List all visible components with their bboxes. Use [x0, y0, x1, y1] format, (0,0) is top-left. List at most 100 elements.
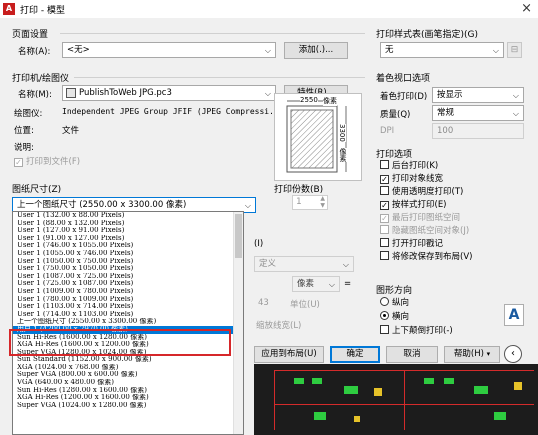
close-icon[interactable]: ×	[521, 1, 532, 16]
print-to-file-label: 打印到文件(F)	[26, 157, 81, 167]
paper-size-option[interactable]: Super VGA (800.00 x 600.00 像素)	[13, 371, 243, 379]
page-setup-name-combo[interactable]: <无> ⌵	[62, 42, 276, 58]
checkbox-checked-icon: ✓	[380, 214, 389, 223]
checkbox-icon	[380, 186, 389, 195]
description-label: 说明:	[14, 143, 34, 153]
printer-icon	[66, 88, 76, 98]
preview-width-unit: 像素	[323, 96, 337, 106]
radio-icon	[380, 297, 389, 306]
paper-size-option[interactable]: User 1 (1009.00 x 780.00 Pixels)	[13, 288, 243, 296]
dpi-field[interactable]: 100	[432, 123, 524, 139]
paper-size-option[interactable]: User 1 (780.00 x 1009.00 Pixels)	[13, 296, 243, 304]
paper-size-option[interactable]: User 1 (1055.00 x 746.00 Pixels)	[13, 250, 243, 258]
plot-style-group-title: 打印样式表(画笔指定)(G)	[376, 30, 479, 40]
plotter-label: 绘图仪:	[14, 109, 43, 119]
copies-spinner[interactable]: 1 ▲ ▼	[292, 195, 328, 210]
location-label: 位置:	[14, 126, 34, 136]
paper-size-option[interactable]: User 1 (88.00 x 132.00 Pixels)	[13, 220, 243, 228]
chevron-down-icon: ⌵	[244, 201, 251, 210]
paper-size-option[interactable]: User 1 (1103.00 x 714.00 Pixels)	[13, 303, 243, 311]
paper-size-option[interactable]: User 1 (127.00 x 91.00 Pixels)	[13, 227, 243, 235]
paper-size-option[interactable]: User 1 (725.00 x 1087.00 Pixels)	[13, 280, 243, 288]
collapse-options-icon[interactable]: ‹	[504, 345, 522, 363]
upside-down-checkbox[interactable]: 上下颠倒打印(-)	[380, 325, 453, 338]
checkbox-icon: ✓	[14, 158, 23, 167]
landscape-radio[interactable]: 横向	[380, 311, 409, 324]
units-combo[interactable]: 像素 ⌵	[292, 276, 340, 292]
landscape-label: 横向	[392, 312, 410, 322]
add-page-setup-button[interactable]: 添加(.)...	[284, 42, 348, 59]
page-setup-name-label: 名称(A):	[18, 47, 51, 57]
cad-drawing-background	[254, 364, 538, 435]
plot-option-label: 隐藏图纸空间对象(J)	[392, 226, 470, 236]
scrollbar-thumb[interactable]	[235, 214, 242, 258]
spin-down-icon: ▼	[320, 202, 325, 209]
quality-combo[interactable]: 常规 ⌵	[432, 105, 524, 121]
printer-divider	[74, 77, 365, 78]
plot-option-checkbox[interactable]: 打开打印戳记	[380, 238, 472, 251]
checkbox-checked-icon: ✓	[380, 175, 389, 184]
chevron-down-icon: ⌵	[264, 46, 271, 55]
app-icon: A	[3, 3, 15, 15]
plot-option-checkbox[interactable]: ✓ 按样式打印(E)	[380, 199, 472, 212]
scale-number: 43	[258, 298, 269, 308]
paper-size-dropdown-list[interactable]: User 1 (132.00 x 88.00 Pixels) User 1 (88…	[12, 211, 244, 435]
plot-option-checkbox[interactable]: ✓ 最后打印图纸空间	[380, 212, 472, 225]
printer-name-combo[interactable]: PublishToWeb JPG.pc3 ⌵	[62, 85, 276, 101]
paper-size-option[interactable]: Sun Hi-Res (1280.00 x 1600.00 像素)	[13, 387, 243, 395]
upside-down-label: 上下颠倒打印(-)	[392, 326, 453, 336]
edit-plot-style-icon[interactable]: ⊟	[507, 42, 522, 58]
plot-option-checkbox[interactable]: ✓ 打印对象线宽	[380, 173, 472, 186]
help-button[interactable]: 帮助(H) ▾	[444, 346, 500, 363]
plot-option-label: 后台打印(K)	[392, 161, 439, 171]
location-value: 文件	[62, 126, 80, 136]
plot-option-checkbox[interactable]: 后台打印(K)	[380, 160, 472, 173]
plot-option-label: 将修改保存到布局(V)	[392, 252, 473, 262]
print-to-file-checkbox[interactable]: ✓ 打印到文件(F)	[14, 156, 80, 169]
paper-size-option[interactable]: User 1 (714.00 x 1103.00 Pixels)	[13, 311, 243, 319]
checkbox-icon	[380, 238, 389, 247]
plot-option-label: 按样式打印(E)	[392, 200, 447, 210]
paper-size-option[interactable]: Sun Standard (1152.00 x 900.00 像素)	[13, 356, 243, 364]
paper-size-option[interactable]: Super VGA (1024.00 x 1280.00 像素)	[13, 402, 243, 410]
printer-group-title: 打印机/绘图仪	[12, 74, 70, 84]
title-bar	[0, 0, 538, 18]
page-setup-name-value: <无>	[67, 45, 90, 55]
printer-name-label: 名称(M):	[18, 90, 52, 100]
paper-size-option[interactable]: User 1 (746.00 x 1055.00 Pixels)	[13, 242, 243, 250]
paper-size-option[interactable]: VGA (640.00 x 480.00 像素)	[13, 379, 243, 387]
quality-value: 常规	[437, 108, 455, 118]
preview-height-dim: 3300	[338, 124, 346, 142]
chevron-down-icon: ⌵	[328, 280, 335, 289]
paper-size-option[interactable]: User 1 (132.00 x 88.00 Pixels)	[13, 212, 243, 220]
plot-options-group-title: 打印选项	[376, 150, 413, 160]
ok-button[interactable]: 确定	[330, 346, 380, 363]
paper-size-option[interactable]: User 1 (91.00 x 127.00 Pixels)	[13, 235, 243, 243]
copies-group-title: 打印份数(B)	[274, 185, 324, 195]
chevron-down-icon: ⌵	[512, 91, 519, 100]
shade-plot-combo[interactable]: 按显示 ⌵	[432, 87, 524, 103]
chevron-down-icon: ⌵	[264, 89, 271, 98]
plot-option-checkbox[interactable]: 使用透明度打印(T)	[380, 186, 472, 199]
plot-option-checkbox[interactable]: 将修改保存到布局(V)	[380, 251, 472, 264]
scale-lineweights-label: 缩放线宽(L)	[256, 321, 302, 331]
paper-size-option[interactable]: User 1 (1050.00 x 750.00 Pixels)	[13, 258, 243, 266]
chevron-down-icon: ⌵	[492, 46, 499, 55]
plot-style-combo[interactable]: 无 ⌵	[380, 42, 504, 58]
portrait-radio[interactable]: 纵向	[380, 297, 409, 310]
unit-label: 单位(U)	[290, 300, 320, 310]
paper-size-option[interactable]: XGA (1024.00 x 768.00 像素)	[13, 364, 243, 372]
disabled-combo-value: 定义	[259, 259, 277, 269]
page-setup-group-title: 页面设置	[12, 30, 49, 40]
plot-option-label: 打印对象线宽	[392, 174, 444, 184]
cancel-button[interactable]: 取消	[386, 346, 438, 363]
preview-height-unit: 像素	[338, 148, 348, 162]
paper-size-option[interactable]: User 1 (750.00 x 1050.00 Pixels)	[13, 265, 243, 273]
equals-sign: =	[344, 279, 352, 289]
paper-size-option[interactable]: User 1 (1087.00 x 725.00 Pixels)	[13, 273, 243, 281]
apply-to-layout-button[interactable]: 应用到布局(U)	[254, 346, 324, 363]
paper-size-option[interactable]: 上一个图纸尺寸 (2550.00 x 3300.00 像素)	[13, 318, 243, 326]
plot-option-checkbox[interactable]: 隐藏图纸空间对象(J)	[380, 225, 472, 238]
dropdown-scrollbar[interactable]	[233, 212, 243, 434]
paper-size-option[interactable]: XGA Hi-Res (1200.00 x 1600.00 像素)	[13, 394, 243, 402]
